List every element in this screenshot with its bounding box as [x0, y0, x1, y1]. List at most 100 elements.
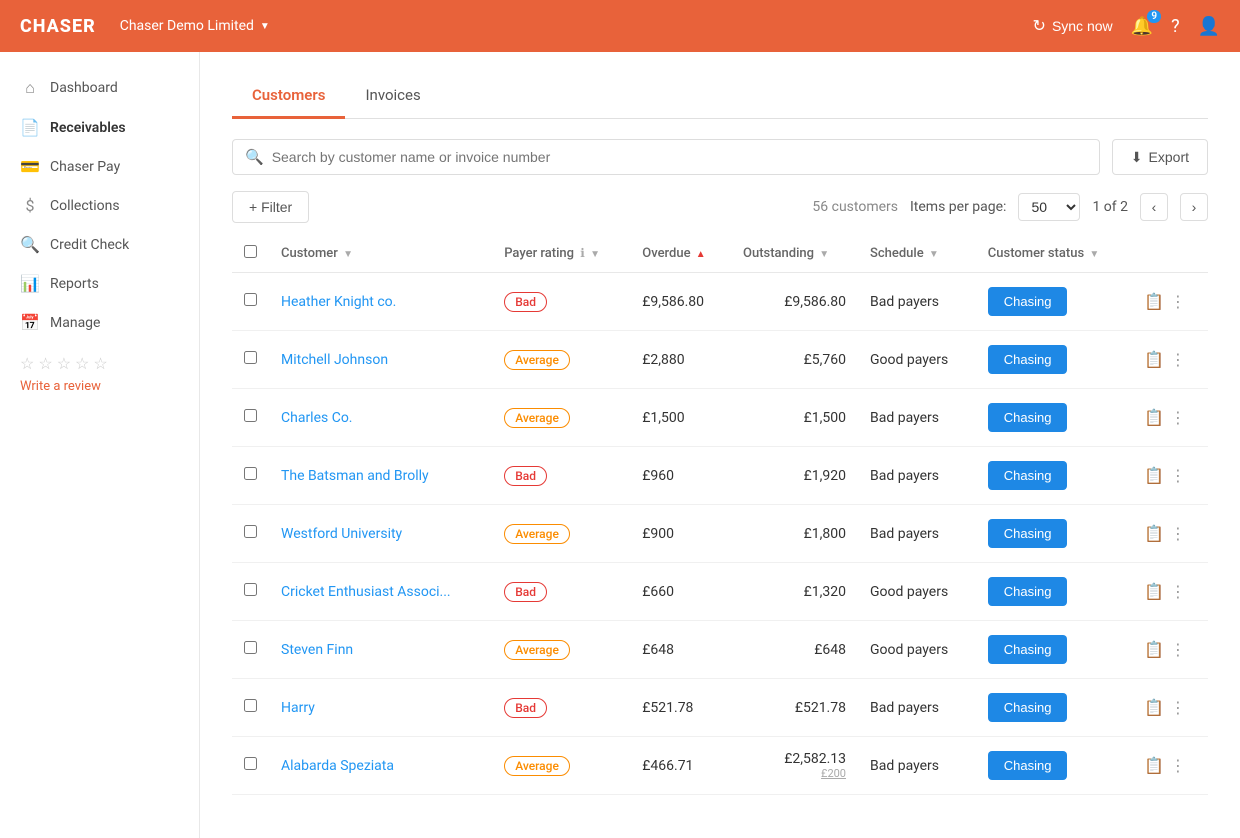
- sort-customer-icon[interactable]: ▼: [343, 249, 353, 260]
- sidebar-item-receivables[interactable]: 📄 Receivables: [0, 108, 199, 147]
- action-icons: 📋 ⋮: [1144, 698, 1196, 717]
- document-icon[interactable]: 📋: [1144, 466, 1164, 485]
- tab-invoices[interactable]: Invoices: [345, 76, 440, 119]
- row-payer-rating: Average: [492, 621, 630, 679]
- row-checkbox[interactable]: [244, 641, 257, 654]
- star-2[interactable]: ☆: [38, 354, 52, 373]
- row-checkbox[interactable]: [244, 525, 257, 538]
- more-options-icon[interactable]: ⋮: [1170, 350, 1186, 369]
- chasing-button[interactable]: Chasing: [988, 693, 1068, 722]
- row-actions: 📋 ⋮: [1132, 331, 1208, 389]
- select-all-checkbox[interactable]: [244, 245, 257, 258]
- sidebar-label-receivables: Receivables: [50, 120, 126, 136]
- more-options-icon[interactable]: ⋮: [1170, 756, 1186, 775]
- star-4[interactable]: ☆: [75, 354, 89, 373]
- sort-schedule-icon[interactable]: ▼: [929, 249, 939, 260]
- customer-link[interactable]: The Batsman and Brolly: [281, 468, 429, 484]
- write-review-link[interactable]: Write a review: [0, 377, 199, 406]
- star-1[interactable]: ☆: [20, 354, 34, 373]
- document-icon[interactable]: 📋: [1144, 582, 1164, 601]
- row-customer: The Batsman and Brolly: [269, 447, 492, 505]
- filter-button[interactable]: + Filter: [232, 191, 309, 223]
- row-checkbox[interactable]: [244, 293, 257, 306]
- chasing-button[interactable]: Chasing: [988, 519, 1068, 548]
- chasing-button[interactable]: Chasing: [988, 403, 1068, 432]
- sync-button[interactable]: ↻ Sync now: [1033, 16, 1113, 36]
- th-select-all: [232, 235, 269, 273]
- document-icon[interactable]: 📋: [1144, 698, 1164, 717]
- more-options-icon[interactable]: ⋮: [1170, 698, 1186, 717]
- chasing-button[interactable]: Chasing: [988, 635, 1068, 664]
- sort-overdue-icon[interactable]: ▲: [696, 249, 706, 260]
- row-checkbox[interactable]: [244, 699, 257, 712]
- more-options-icon[interactable]: ⋮: [1170, 640, 1186, 659]
- customer-link[interactable]: Mitchell Johnson: [281, 352, 388, 368]
- document-icon[interactable]: 📋: [1144, 350, 1164, 369]
- row-checkbox[interactable]: [244, 583, 257, 596]
- customers-table: Customer ▼ Payer rating ℹ ▼ Overdue ▲ Ou…: [232, 235, 1208, 795]
- customer-link[interactable]: Westford University: [281, 526, 402, 542]
- customer-link[interactable]: Heather Knight co.: [281, 294, 396, 310]
- notifications-button[interactable]: 🔔 9: [1131, 16, 1153, 37]
- help-icon[interactable]: ?: [1171, 16, 1180, 37]
- document-icon[interactable]: 📋: [1144, 408, 1164, 427]
- row-customer: Charles Co.: [269, 389, 492, 447]
- sort-outstanding-icon[interactable]: ▼: [819, 249, 829, 260]
- info-icon[interactable]: ℹ: [580, 246, 585, 260]
- document-icon[interactable]: 📋: [1144, 524, 1164, 543]
- sort-status-icon[interactable]: ▼: [1089, 249, 1099, 260]
- chasing-button[interactable]: Chasing: [988, 345, 1068, 374]
- more-options-icon[interactable]: ⋮: [1170, 582, 1186, 601]
- sidebar-item-collections[interactable]: $ Collections: [0, 186, 199, 225]
- document-icon[interactable]: 📋: [1144, 292, 1164, 311]
- document-icon[interactable]: 📋: [1144, 756, 1164, 775]
- row-checkbox[interactable]: [244, 467, 257, 480]
- calendar-icon: 📅: [20, 313, 40, 332]
- dollar-icon: $: [20, 196, 40, 215]
- sidebar-item-chaser-pay[interactable]: 💳 Chaser Pay: [0, 147, 199, 186]
- sort-payer-rating-icon[interactable]: ▼: [590, 249, 600, 260]
- row-checkbox[interactable]: [244, 757, 257, 770]
- company-selector[interactable]: Chaser Demo Limited ▼: [120, 18, 270, 34]
- star-5[interactable]: ☆: [93, 354, 107, 373]
- sidebar-item-reports[interactable]: 📊 Reports: [0, 264, 199, 303]
- sidebar-item-manage[interactable]: 📅 Manage: [0, 303, 199, 342]
- document-icon[interactable]: 📋: [1144, 640, 1164, 659]
- customer-link[interactable]: Alabarda Speziata: [281, 758, 394, 774]
- chasing-button[interactable]: Chasing: [988, 461, 1068, 490]
- row-checkbox-cell: [232, 679, 269, 737]
- row-checkbox-cell: [232, 737, 269, 795]
- customer-link[interactable]: Charles Co.: [281, 410, 353, 426]
- customer-link[interactable]: Harry: [281, 700, 315, 716]
- chasing-button[interactable]: Chasing: [988, 577, 1068, 606]
- sidebar-label-reports: Reports: [50, 276, 99, 292]
- row-actions: 📋 ⋮: [1132, 563, 1208, 621]
- row-outstanding: £1,800: [731, 505, 858, 563]
- row-actions: 📋 ⋮: [1132, 447, 1208, 505]
- more-options-icon[interactable]: ⋮: [1170, 466, 1186, 485]
- row-actions: 📋 ⋮: [1132, 621, 1208, 679]
- chasing-button[interactable]: Chasing: [988, 751, 1068, 780]
- export-button[interactable]: ⬇ Export: [1112, 139, 1208, 175]
- star-3[interactable]: ☆: [57, 354, 71, 373]
- search-input[interactable]: [272, 140, 1087, 174]
- prev-page-button[interactable]: ‹: [1140, 193, 1168, 221]
- tab-customers[interactable]: Customers: [232, 76, 345, 119]
- sidebar-item-dashboard[interactable]: ⌂ Dashboard: [0, 68, 199, 108]
- per-page-select[interactable]: 50 25 100: [1018, 193, 1080, 221]
- row-checkbox[interactable]: [244, 409, 257, 422]
- download-icon: ⬇: [1131, 149, 1143, 166]
- more-options-icon[interactable]: ⋮: [1170, 292, 1186, 311]
- chasing-button[interactable]: Chasing: [988, 287, 1068, 316]
- more-options-icon[interactable]: ⋮: [1170, 408, 1186, 427]
- user-icon[interactable]: 👤: [1198, 16, 1220, 37]
- customer-link[interactable]: Steven Finn: [281, 642, 353, 658]
- sidebar-item-credit-check[interactable]: 🔍 Credit Check: [0, 225, 199, 264]
- customer-link[interactable]: Cricket Enthusiast Associ...: [281, 584, 451, 600]
- more-options-icon[interactable]: ⋮: [1170, 524, 1186, 543]
- search-icon: 🔍: [245, 148, 264, 166]
- notification-count: 9: [1147, 10, 1161, 23]
- action-icons: 📋 ⋮: [1144, 524, 1196, 543]
- next-page-button[interactable]: ›: [1180, 193, 1208, 221]
- row-checkbox[interactable]: [244, 351, 257, 364]
